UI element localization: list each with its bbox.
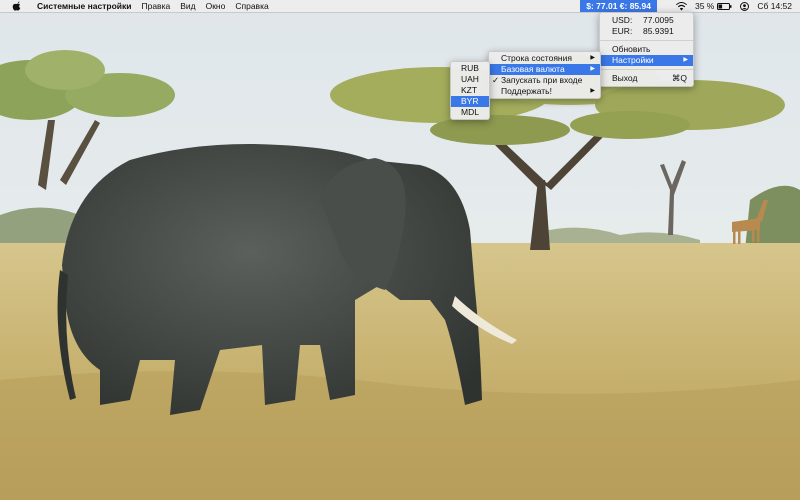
user-icon[interactable] xyxy=(736,0,753,12)
quit-menu-item[interactable]: Выход ⌘Q xyxy=(600,73,693,84)
rate-row-eur: EUR: 85.9391 xyxy=(600,26,693,37)
currency-option-rub[interactable]: RUB xyxy=(451,63,489,74)
menu-window[interactable]: Окно xyxy=(201,0,231,12)
menu-edit[interactable]: Правка xyxy=(136,0,175,12)
base-currency-submenu: RUB UAH KZT BYR MDL xyxy=(450,61,490,120)
refresh-menu-item[interactable]: Обновить xyxy=(600,44,693,55)
submenu-arrow-icon: ▶ xyxy=(590,55,595,61)
battery-icon xyxy=(717,2,732,10)
currency-value: 77.0095 xyxy=(643,15,674,25)
currency-option-uah[interactable]: UAH xyxy=(451,74,489,85)
app-name-menu[interactable]: Системные настройки xyxy=(32,0,136,12)
base-currency-label: Базовая валюта xyxy=(501,64,565,74)
currency-code: EUR: xyxy=(612,26,633,36)
menu-separator xyxy=(600,69,693,70)
settings-submenu: Строка состояния ▶ Базовая валюта ▶ ✓ За… xyxy=(488,51,601,99)
status-bar-menu-item[interactable]: Строка состояния ▶ xyxy=(489,53,600,64)
currency-app-menu: USD: 77.0095 EUR: 85.9391 Обновить Настр… xyxy=(599,12,694,87)
rate-row-usd: USD: 77.0095 xyxy=(600,15,693,26)
currency-option-byr[interactable]: BYR xyxy=(451,96,489,107)
launch-at-login-label: Запускать при входе xyxy=(501,75,583,85)
battery-status[interactable]: 35 % xyxy=(691,0,736,12)
status-bar-label: Строка состояния xyxy=(501,53,572,63)
quit-shortcut: ⌘Q xyxy=(671,73,687,83)
submenu-arrow-icon: ▶ xyxy=(683,57,688,63)
currency-value: 85.9391 xyxy=(643,26,674,36)
currency-option-kzt[interactable]: KZT xyxy=(451,85,489,96)
support-menu-item[interactable]: Поддержать! ▶ xyxy=(489,86,600,97)
battery-percent: 35 % xyxy=(694,1,715,11)
clock[interactable]: Сб 14:52 xyxy=(753,0,800,12)
apple-menu-icon[interactable] xyxy=(0,1,32,11)
submenu-arrow-icon: ▶ xyxy=(590,88,595,94)
currency-option-mdl[interactable]: MDL xyxy=(451,107,489,118)
currency-code: USD: xyxy=(612,15,633,25)
currency-rate-status-item[interactable]: $: 77.01 €: 85.94 xyxy=(580,0,657,12)
settings-menu-item[interactable]: Настройки ▶ xyxy=(600,55,693,66)
quit-label: Выход xyxy=(612,73,638,83)
menu-view[interactable]: Вид xyxy=(175,0,200,12)
submenu-arrow-icon: ▶ xyxy=(590,66,595,72)
menu-help[interactable]: Справка xyxy=(230,0,273,12)
launch-at-login-menu-item[interactable]: ✓ Запускать при входе xyxy=(489,75,600,86)
settings-label: Настройки xyxy=(612,55,654,65)
menu-separator xyxy=(600,40,693,41)
checkmark-icon: ✓ xyxy=(492,75,500,85)
base-currency-menu-item[interactable]: Базовая валюта ▶ xyxy=(489,64,600,75)
support-label: Поддержать! xyxy=(501,86,552,96)
wifi-icon[interactable] xyxy=(672,0,691,12)
